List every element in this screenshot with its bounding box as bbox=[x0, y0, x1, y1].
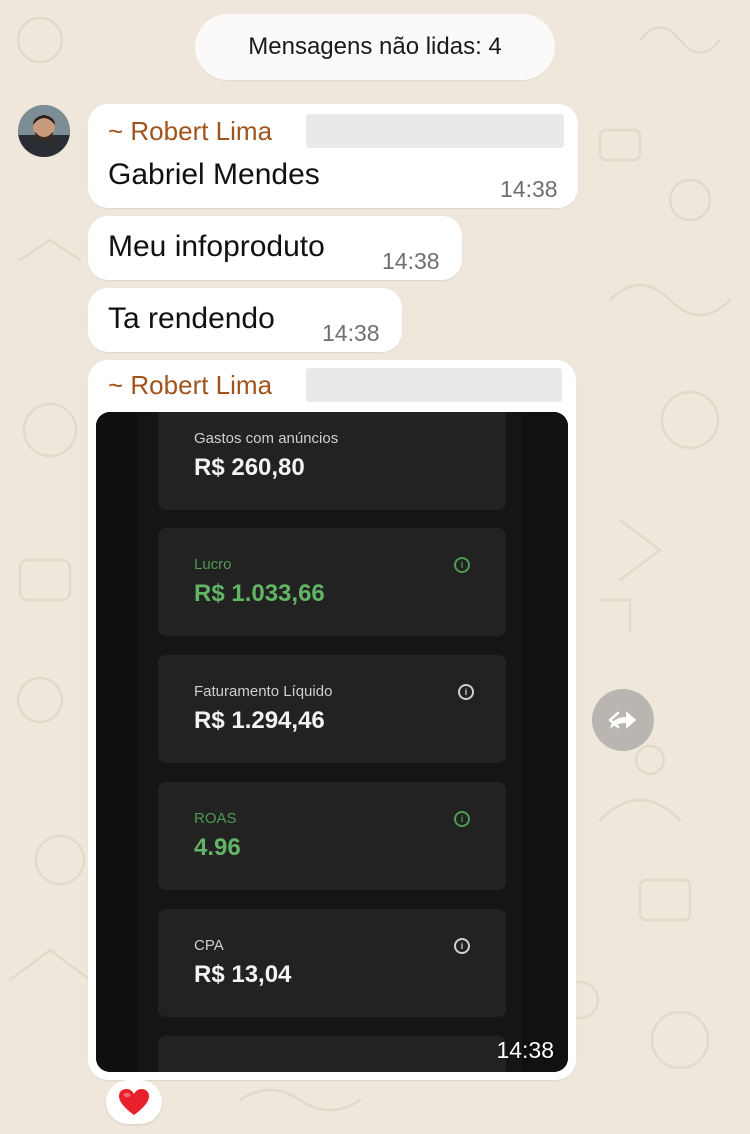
message-timestamp: 14:38 bbox=[496, 1037, 554, 1063]
heart-icon bbox=[119, 1089, 149, 1115]
forward-button[interactable] bbox=[592, 689, 654, 751]
redacted-phone-number bbox=[306, 114, 564, 148]
message-text: Meu infoproduto bbox=[108, 230, 325, 263]
message-bubble[interactable]: ~ Robert Lima Gabriel Mendes 14:38 bbox=[88, 104, 578, 208]
message-timestamp: 14:38 bbox=[322, 320, 380, 346]
metric-value: R$ 1.294,46 bbox=[194, 707, 325, 734]
metric-card-profit: Lucro R$ 1.033,66 i bbox=[158, 528, 506, 636]
avatar-image bbox=[18, 105, 70, 157]
metric-label: Gastos com anúncios bbox=[194, 430, 339, 447]
metric-card-cpa: CPA R$ 13,04 i bbox=[158, 909, 506, 1017]
info-icon: i bbox=[454, 557, 470, 573]
sender-name[interactable]: ~ Robert Lima bbox=[108, 370, 272, 401]
message-timestamp: 14:38 bbox=[500, 176, 558, 202]
metric-value: R$ 1.033,66 bbox=[194, 580, 325, 607]
sender-name[interactable]: ~ Robert Lima bbox=[108, 116, 272, 147]
image-edge bbox=[522, 412, 568, 1072]
metric-label: CPA bbox=[194, 937, 224, 954]
sender-avatar[interactable] bbox=[18, 105, 70, 157]
message-bubble[interactable]: Ta rendendo 14:38 bbox=[88, 288, 402, 352]
metric-card-net-revenue: Faturamento Líquido R$ 1.294,46 i bbox=[158, 655, 506, 763]
metric-value: 4.96 bbox=[194, 834, 241, 861]
forward-icon bbox=[608, 711, 636, 729]
info-icon: i bbox=[458, 684, 474, 700]
message-bubble[interactable]: Meu infoproduto 14:38 bbox=[88, 216, 462, 280]
metric-label: ROAS bbox=[194, 810, 237, 827]
message-text: Ta rendendo bbox=[108, 302, 275, 335]
metric-value: R$ 260,80 bbox=[194, 454, 305, 481]
metric-card-partial bbox=[158, 1036, 506, 1072]
metric-card-ad-spend: Gastos com anúncios R$ 260,80 bbox=[158, 412, 506, 510]
image-edge bbox=[96, 412, 138, 1072]
shared-image[interactable]: Gastos com anúncios R$ 260,80 Lucro R$ 1… bbox=[96, 412, 568, 1072]
metric-value: R$ 13,04 bbox=[194, 961, 292, 988]
message-text: Gabriel Mendes bbox=[108, 158, 320, 191]
metric-label: Lucro bbox=[194, 556, 232, 573]
info-icon: i bbox=[454, 811, 470, 827]
metric-label: Faturamento Líquido bbox=[194, 683, 333, 700]
metric-card-roas: ROAS 4.96 i bbox=[158, 782, 506, 890]
reaction-badge[interactable] bbox=[106, 1080, 162, 1124]
info-icon: i bbox=[454, 938, 470, 954]
unread-messages-banner: Mensagens não lidas: 4 bbox=[195, 14, 555, 80]
message-timestamp: 14:38 bbox=[382, 248, 440, 274]
redacted-phone-number bbox=[306, 368, 562, 402]
